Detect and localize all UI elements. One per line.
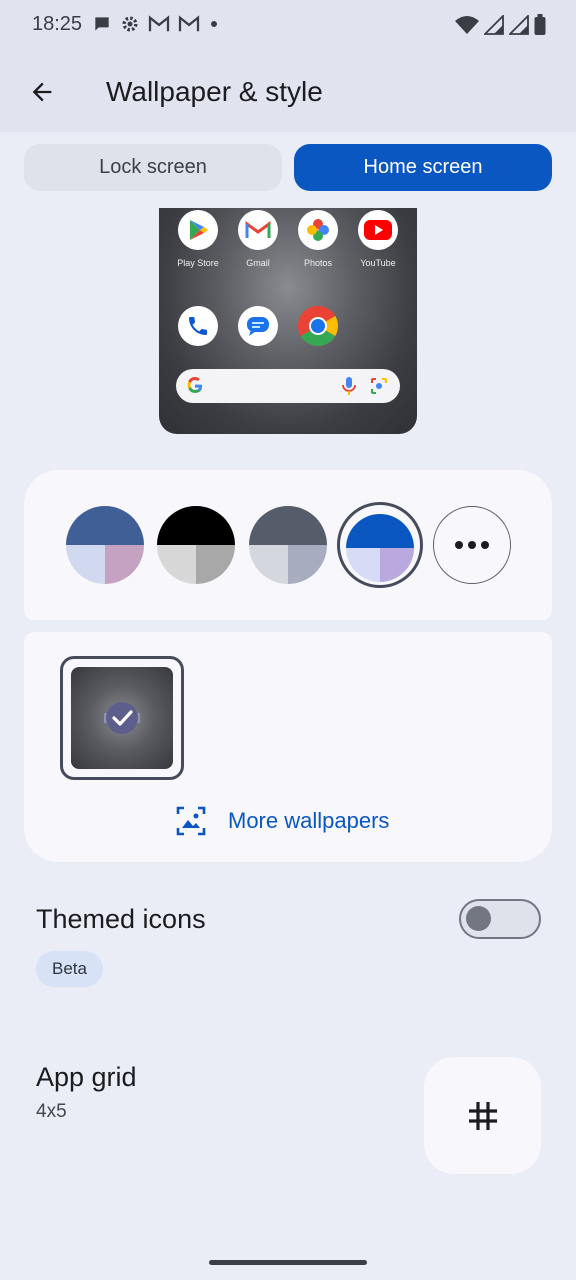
app-label: Photos	[303, 258, 333, 268]
color-option-3[interactable]	[249, 506, 327, 584]
app-grid-button[interactable]	[424, 1057, 541, 1174]
youtube-icon	[358, 210, 398, 250]
check-circle-icon	[104, 702, 140, 734]
image-search-icon	[176, 806, 206, 836]
play-store-icon	[178, 210, 218, 250]
system-icons	[455, 14, 546, 36]
tab-label: Lock screen	[99, 156, 207, 178]
phone-icon	[178, 306, 218, 346]
more-wallpapers-label: More wallpapers	[228, 808, 390, 833]
beta-badge: Beta	[36, 951, 103, 987]
page-title: Wallpaper & style	[106, 76, 323, 107]
gmail-icon	[238, 210, 278, 250]
signal-icon	[509, 15, 529, 35]
status-bar: 18:25	[0, 0, 576, 52]
dot-icon	[211, 21, 217, 27]
navigation-handle[interactable]	[209, 1260, 367, 1265]
color-options-panel	[24, 470, 552, 620]
tab-home-screen[interactable]: Home screen	[294, 144, 552, 191]
signal-icon	[484, 15, 504, 35]
gmail-icon	[148, 15, 170, 32]
color-option-1[interactable]	[66, 506, 144, 584]
tab-label: Home screen	[363, 156, 483, 178]
app-label: Gmail	[246, 258, 270, 268]
chat-icon	[95, 17, 109, 31]
app-grid-title: App grid	[36, 1062, 137, 1092]
wifi-icon	[455, 16, 479, 34]
battery-icon	[534, 14, 546, 35]
current-wallpaper-thumbnail[interactable]	[60, 656, 184, 780]
more-colors-button[interactable]	[433, 506, 511, 584]
themed-icons-title: Themed icons	[36, 904, 206, 934]
status-time: 18:25	[32, 13, 83, 35]
tab-lock-screen[interactable]: Lock screen	[24, 144, 282, 191]
toggle-knob	[466, 906, 491, 931]
messages-icon	[238, 306, 278, 346]
lens-icon	[371, 378, 387, 394]
gmail-icon	[178, 15, 200, 32]
grid-hash-icon	[468, 1101, 497, 1130]
color-option-4-selected[interactable]	[346, 514, 414, 582]
themed-icons-toggle[interactable]	[459, 899, 541, 939]
app-label: Play Store	[177, 258, 219, 268]
arrow-back-icon	[32, 82, 52, 102]
wallpaper-image	[71, 667, 173, 769]
photos-icon	[298, 210, 338, 250]
notification-icons	[92, 14, 220, 34]
search-widget	[176, 369, 400, 403]
back-button[interactable]	[20, 70, 64, 114]
app-label: YouTube	[360, 258, 396, 268]
wallpaper-panel: More wallpapers	[24, 632, 552, 862]
more-horiz-icon	[455, 541, 489, 549]
chrome-icon	[298, 306, 338, 346]
app-grid-value: 4x5	[36, 1101, 67, 1122]
app-bar: Wallpaper & style	[0, 52, 576, 132]
home-screen-preview[interactable]: Play Store Gmail Photos YouTube	[159, 208, 417, 434]
google-g-icon	[187, 377, 202, 393]
gear-icon	[122, 16, 138, 32]
color-option-2[interactable]	[157, 506, 235, 584]
more-wallpapers-button[interactable]: More wallpapers	[176, 806, 389, 836]
mic-icon	[342, 377, 356, 395]
